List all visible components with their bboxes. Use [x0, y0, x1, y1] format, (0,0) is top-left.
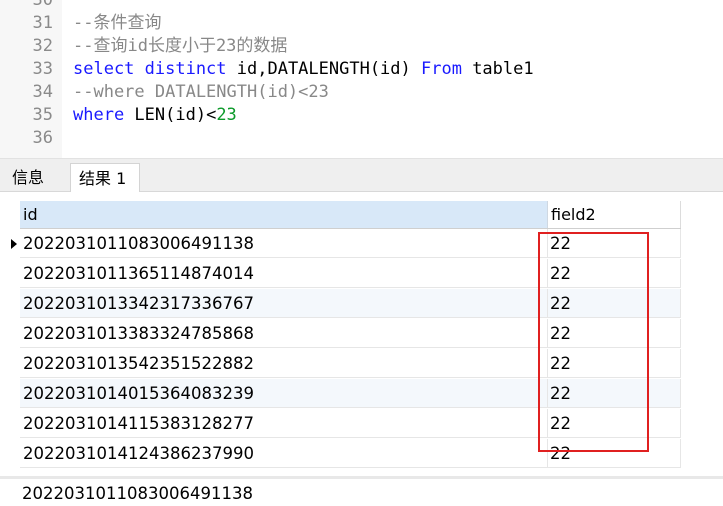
line-number: 33 — [32, 59, 53, 79]
result-tab-bar: 信息 结果 1 — [0, 158, 723, 193]
code-line-comment: --条件查询 — [73, 13, 162, 33]
row-selector[interactable] — [0, 439, 20, 469]
line-number: 36 — [32, 128, 53, 148]
code-line-comment: --查询id长度小于23的数据 — [73, 36, 288, 56]
row-selector[interactable] — [0, 289, 20, 319]
line-number: 34 — [32, 82, 53, 102]
row-selector[interactable] — [0, 259, 20, 289]
code-number: 23 — [216, 105, 237, 125]
cell-value-bar: 2022031011083006491138 — [0, 476, 723, 506]
tab-result-1[interactable]: 结果 1 — [70, 163, 140, 193]
column-header-id[interactable]: id — [20, 201, 548, 228]
keyword-from: From — [421, 59, 462, 79]
code-line-comment: --where DATALENGTH(id)<23 — [73, 82, 329, 102]
row-selector[interactable] — [0, 229, 20, 259]
cell-id[interactable]: 2022031013383324785868 — [20, 319, 548, 348]
row-selector[interactable] — [0, 319, 20, 349]
current-row-arrow-icon — [11, 239, 17, 249]
result-grid[interactable]: id field2 2022031011083006491138 22 2022… — [0, 192, 723, 474]
red-highlight-box — [538, 232, 649, 452]
cell-id[interactable]: 2022031011083006491138 — [20, 229, 548, 258]
column-header-field2[interactable]: field2 — [548, 201, 681, 228]
cell-id[interactable]: 2022031011365114874014 — [20, 259, 548, 288]
line-number: 30 — [32, 0, 53, 10]
tab-info[interactable]: 信息 — [8, 163, 68, 193]
keyword-where: where — [73, 105, 125, 125]
sql-editor[interactable]: 30 31 32 33 34 35 36 --条件查询 --查询id长度小于23… — [0, 0, 723, 158]
cell-id[interactable]: 2022031013342317336767 — [20, 289, 548, 318]
row-selector[interactable] — [0, 379, 20, 409]
row-selector[interactable] — [0, 349, 20, 379]
cell-id[interactable]: 2022031014015364083239 — [20, 379, 548, 408]
code-columns: id,DATALENGTH(id) — [226, 59, 421, 79]
code-table: table1 — [461, 59, 534, 79]
line-number: 32 — [32, 36, 53, 56]
code-condition: LEN(id)< — [124, 105, 217, 125]
keyword-select-distinct: select distinct — [73, 59, 227, 79]
line-number-gutter: 30 31 32 33 34 35 36 — [0, 0, 62, 158]
line-number: 31 — [32, 13, 53, 33]
line-number: 35 — [32, 105, 53, 125]
cell-id[interactable]: 2022031014124386237990 — [20, 439, 548, 468]
cell-id[interactable]: 2022031014115383128277 — [20, 409, 548, 438]
code-line-select: select distinct id,DATALENGTH(id) From t… — [73, 58, 534, 81]
row-selector[interactable] — [0, 409, 20, 439]
cell-id[interactable]: 2022031013542351522882 — [20, 349, 548, 378]
code-line-where: where LEN(id)<23 — [73, 104, 237, 127]
selected-cell-value: 2022031011083006491138 — [22, 484, 253, 503]
grid-header: id field2 — [20, 201, 681, 229]
